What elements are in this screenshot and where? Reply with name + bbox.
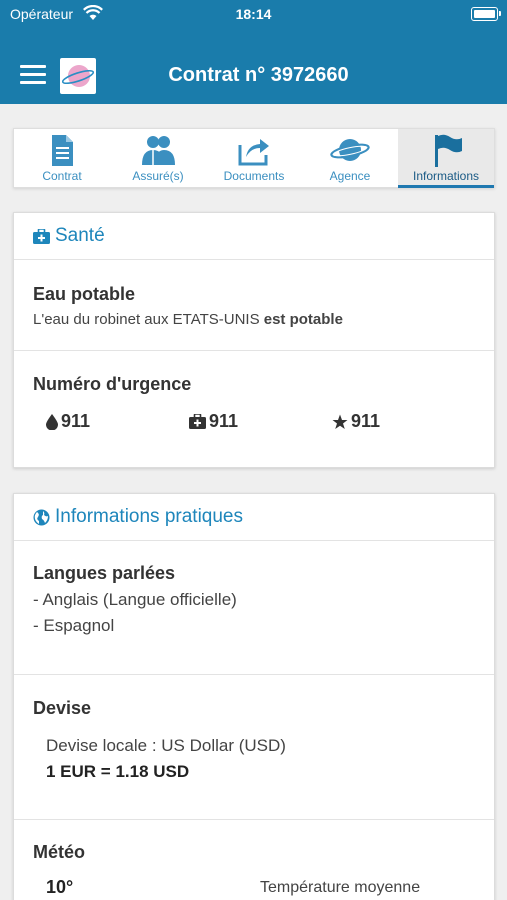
medical-number: 911	[209, 411, 239, 431]
devise-section: Devise Devise locale : US Dollar (USD) 1…	[14, 675, 494, 820]
devise-rate: 1 EUR = 1.18 USD	[46, 762, 190, 781]
sante-card: Santé Eau potable L'eau du robinet aux E…	[13, 212, 495, 468]
flag-icon	[435, 134, 462, 167]
eau-title: Eau potable	[33, 284, 136, 304]
page-title: Contrat n° 3972660	[168, 64, 349, 86]
eau-potable-section: Eau potable L'eau du robinet aux ETATS-U…	[14, 260, 494, 351]
urgence-police[interactable]: 911	[332, 411, 380, 432]
eau-text-bold: est potable	[263, 311, 343, 328]
battery-tip	[499, 11, 501, 16]
tab-informations[interactable]: Informations	[398, 129, 494, 188]
medical-kit-icon	[189, 414, 206, 429]
devise-title: Devise	[33, 698, 92, 718]
app-header: Opérateur 18:14 Contrat n° 3972660	[0, 0, 507, 104]
star-icon	[332, 414, 348, 429]
tab-label: Documents	[223, 169, 285, 183]
meteo-title: Météo	[33, 842, 86, 862]
langues-list: - Anglais (Langue officielle) - Espagnol	[33, 587, 494, 639]
meteo-temp: 10°	[46, 877, 74, 897]
tab-label: Agence	[329, 169, 371, 183]
urgence-fire[interactable]: 911	[46, 411, 90, 432]
urgence-numbers: 911 911 911	[33, 411, 494, 441]
list-item: - Anglais (Langue officielle)	[33, 590, 237, 609]
share-icon	[238, 139, 269, 166]
infos-header: Informations pratiques	[14, 494, 494, 541]
tab-bar: Contrat Assuré(s) Documents Agence Infor…	[13, 128, 495, 188]
status-time: 18:14	[235, 6, 272, 22]
devise-locale: Devise locale : US Dollar (USD)	[46, 736, 286, 755]
globe-icon	[33, 509, 50, 525]
sante-header: Santé	[14, 213, 494, 260]
fire-number: 911	[61, 411, 91, 431]
police-number: 911	[351, 411, 381, 431]
medical-kit-icon	[33, 228, 50, 244]
infos-title: Informations pratiques	[55, 506, 243, 527]
drop-icon	[46, 413, 58, 430]
meteo-label: Température moyenne	[260, 879, 421, 896]
urgence-section: Numéro d'urgence 911 911 911	[14, 351, 494, 468]
urgence-medical[interactable]: 911	[189, 411, 238, 432]
langues-section: Langues parlées - Anglais (Langue offici…	[14, 541, 494, 675]
infos-card: Informations pratiques Langues parlées -…	[13, 493, 495, 900]
eau-text: L'eau du robinet aux ETATS-UNIS est pota…	[33, 311, 494, 328]
tab-label: Informations	[412, 169, 480, 183]
tab-assures[interactable]: Assuré(s)	[110, 129, 206, 187]
sante-title: Santé	[55, 225, 105, 246]
tab-label: Assuré(s)	[132, 169, 184, 183]
langues-title: Langues parlées	[33, 563, 176, 583]
status-bar: Opérateur 18:14	[0, 0, 507, 30]
meteo-row: 10° Température moyenne	[33, 873, 494, 900]
planet-icon	[330, 139, 370, 161]
users-icon	[142, 136, 175, 165]
document-icon	[52, 135, 73, 166]
list-item: - Espagnol	[33, 616, 115, 635]
tab-label: Contrat	[42, 169, 82, 183]
meteo-section: Météo 10° Température moyenne	[14, 820, 494, 900]
battery-icon	[471, 7, 498, 21]
urgence-title: Numéro d'urgence	[33, 374, 192, 394]
eau-text-prefix: L'eau du robinet aux ETATS-UNIS	[33, 311, 264, 328]
tab-contrat[interactable]: Contrat	[14, 129, 110, 187]
tab-agence[interactable]: Agence	[302, 129, 398, 187]
tab-documents[interactable]: Documents	[206, 129, 302, 187]
